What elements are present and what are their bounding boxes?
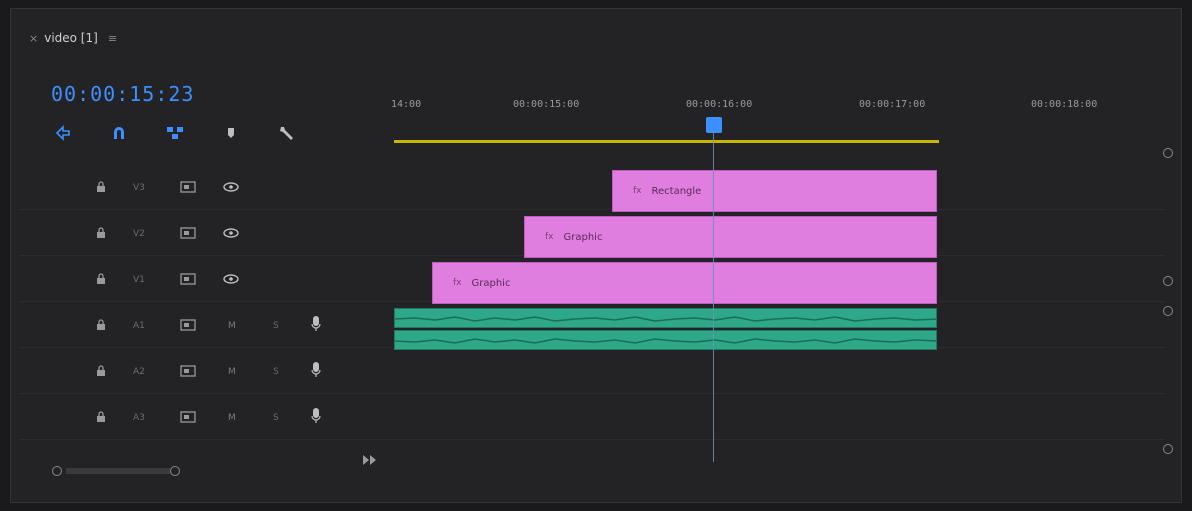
ruler-label: 00:00:18:00: [1031, 99, 1098, 110]
track-row-a2: A2 M S: [20, 350, 1165, 394]
mute-button[interactable]: M: [228, 413, 236, 423]
eye-icon[interactable]: [223, 270, 239, 289]
microphone-icon[interactable]: [311, 361, 321, 383]
sync-lock-icon[interactable]: [180, 270, 196, 289]
lock-icon[interactable]: [96, 224, 106, 243]
fx-badge: fx: [453, 278, 462, 288]
eye-icon[interactable]: [223, 224, 239, 243]
sync-lock-icon[interactable]: [180, 362, 196, 381]
scroll-knob-icon[interactable]: [1163, 148, 1173, 158]
mute-button[interactable]: M: [228, 321, 236, 331]
scroll-knob-icon[interactable]: [170, 466, 180, 476]
track-row-a3: A3 M S: [20, 396, 1165, 440]
lock-icon[interactable]: [96, 316, 106, 335]
lock-icon[interactable]: [96, 270, 106, 289]
playhead-timecode[interactable]: 00:00:15:23: [51, 82, 194, 106]
solo-button[interactable]: S: [273, 413, 279, 423]
microphone-icon[interactable]: [311, 315, 321, 337]
clip-label: Graphic: [471, 277, 511, 289]
fx-badge: fx: [545, 232, 554, 242]
sequence-tab[interactable]: × video [1] ≡: [29, 31, 117, 45]
scroll-knob-icon[interactable]: [52, 466, 62, 476]
scroll-knob-icon[interactable]: [1163, 444, 1173, 454]
track-row-v3: V3: [20, 166, 1165, 210]
track-name: V3: [133, 182, 145, 193]
clip-label: Graphic: [563, 231, 603, 243]
graphic-clip-v3[interactable]: fx Rectangle: [612, 170, 937, 212]
sequence-tab-title: video [1]: [44, 31, 98, 45]
track-name: V1: [133, 274, 145, 285]
snap-magnet-icon[interactable]: [107, 121, 131, 145]
scroll-knob-icon[interactable]: [1163, 276, 1173, 286]
mute-button[interactable]: M: [228, 367, 236, 377]
waveform: [395, 338, 936, 344]
sync-lock-icon[interactable]: [180, 408, 196, 427]
nest-sequence-icon[interactable]: [51, 121, 75, 145]
horizontal-zoom-scrollbar[interactable]: [52, 462, 187, 482]
audio-clip-right-channel[interactable]: [394, 330, 937, 350]
microphone-icon[interactable]: [311, 407, 321, 429]
track-name: A3: [133, 412, 145, 423]
waveform: [395, 316, 936, 322]
wrench-settings-icon[interactable]: [275, 121, 299, 145]
track-name: V2: [133, 228, 145, 239]
scroll-track[interactable]: [66, 468, 170, 474]
graphic-clip-v2[interactable]: fx Graphic: [524, 216, 937, 258]
track-name: A2: [133, 366, 145, 377]
sync-lock-icon[interactable]: [180, 316, 196, 335]
audio-clip-left-channel[interactable]: [394, 308, 937, 328]
vertical-zoom-scrollbar[interactable]: [1163, 148, 1173, 468]
clip-label: Rectangle: [651, 185, 702, 197]
playhead-line[interactable]: [713, 130, 714, 462]
ruler-label: 14:00: [391, 99, 422, 110]
playhead-handle[interactable]: [706, 117, 722, 133]
lock-icon[interactable]: [96, 178, 106, 197]
ruler-label: 00:00:17:00: [859, 99, 926, 110]
solo-button[interactable]: S: [273, 367, 279, 377]
timeline-toolbar: [51, 121, 299, 145]
solo-button[interactable]: S: [273, 321, 279, 331]
scroll-knob-icon[interactable]: [1163, 306, 1173, 316]
work-area-bar[interactable]: [394, 140, 939, 143]
lock-icon[interactable]: [96, 362, 106, 381]
go-to-end-icon[interactable]: [362, 451, 378, 470]
graphic-clip-v1[interactable]: fx Graphic: [432, 262, 937, 304]
sync-lock-icon[interactable]: [180, 178, 196, 197]
close-tab-icon[interactable]: ×: [29, 32, 38, 45]
time-ruler[interactable]: 14:00 00:00:15:00 00:00:16:00 00:00:17:0…: [391, 93, 1161, 143]
linked-selection-icon[interactable]: [163, 121, 187, 145]
ruler-label: 00:00:16:00: [686, 99, 753, 110]
track-name: A1: [133, 320, 145, 331]
ruler-label: 00:00:15:00: [513, 99, 580, 110]
panel-menu-icon[interactable]: ≡: [108, 32, 117, 45]
fx-badge: fx: [633, 186, 642, 196]
add-marker-icon[interactable]: [219, 121, 243, 145]
eye-icon[interactable]: [223, 178, 239, 197]
sync-lock-icon[interactable]: [180, 224, 196, 243]
lock-icon[interactable]: [96, 408, 106, 427]
